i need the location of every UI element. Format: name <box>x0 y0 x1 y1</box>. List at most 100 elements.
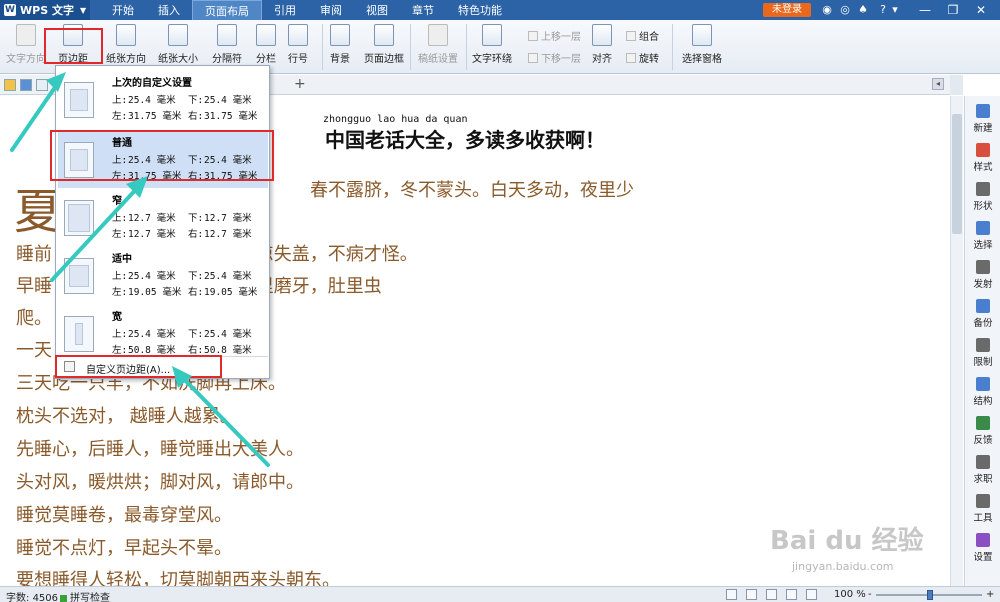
send-backward-button[interactable]: 下移一层 <box>528 50 581 65</box>
page-preview-icon <box>64 258 94 294</box>
page-view-icon[interactable] <box>746 589 757 600</box>
sidebar-item[interactable]: 反馈 <box>965 416 1000 446</box>
zoom-level[interactable]: 100 % <box>834 589 866 600</box>
sidebar-item[interactable]: 设置 <box>965 533 1000 563</box>
margin-preset[interactable]: 上次的自定义设置 上: 25.4 毫米 下: 25.4 毫米 左: 31.75 毫米 右: 31… <box>58 70 268 128</box>
orientation-button[interactable]: 纸张方向 <box>106 20 146 65</box>
manuscript-button[interactable]: 稿纸设置 <box>418 20 458 65</box>
save-icon[interactable] <box>20 79 32 91</box>
spellcheck-status-icon <box>60 594 67 602</box>
page-border-icon <box>374 24 394 46</box>
rotate-button[interactable]: 旋转 <box>626 50 659 65</box>
app-menu-button[interactable]: W WPS 文字 ▼ <box>0 0 90 20</box>
document-title: 中国老话大全，多读多收获啊！ <box>325 128 605 152</box>
web-view-icon[interactable] <box>786 589 797 600</box>
document-line: 枕头不选对， 越睡人越累。 <box>16 406 238 427</box>
zoom-slider-handle[interactable] <box>927 590 933 600</box>
preset-bottom: 25.4 毫米 <box>204 271 252 282</box>
margins-button-highlight <box>44 28 103 64</box>
chevron-down-icon[interactable]: ▾ <box>888 3 902 17</box>
login-badge[interactable]: 未登录 <box>763 3 811 17</box>
margins-dropdown: 上次的自定义设置 上: 25.4 毫米 下: 25.4 毫米 左: 31.75 毫米 右: 31… <box>55 65 270 379</box>
paper-size-button[interactable]: 纸张大小 <box>158 20 198 65</box>
sidebar-item[interactable]: 结构 <box>965 377 1000 407</box>
skin-icon[interactable]: ◉ <box>820 3 834 17</box>
new-tab-button[interactable]: + <box>294 76 306 92</box>
close-icon[interactable]: ✕ <box>968 0 994 20</box>
send-icon <box>976 260 990 274</box>
background-icon <box>330 24 350 46</box>
margin-preset[interactable]: 窄上: 12.7 毫米 下: 12.7 毫米 左: 12.7 毫米 右: 12.7 毫米 <box>58 188 268 246</box>
page-border-button[interactable]: 页面边框 <box>364 20 404 65</box>
page-preview-content <box>68 204 90 232</box>
spellcheck-toggle[interactable]: 拼写检查 <box>60 589 110 602</box>
ruler-toggle[interactable] <box>950 75 963 95</box>
pin-icon[interactable]: ◎ <box>838 3 852 17</box>
open-folder-icon[interactable] <box>4 79 16 91</box>
preset-bottom-label: 下: <box>188 329 204 340</box>
tab-list-icon[interactable]: ◂ <box>932 78 944 90</box>
full-screen-view-icon[interactable] <box>726 589 737 600</box>
group-icon <box>626 30 636 41</box>
preset-bottom: 25.4 毫米 <box>204 95 252 106</box>
status-bar: 字数: 4506 拼写检查 100 % - + <box>0 586 1000 602</box>
word-count[interactable]: 字数: 4506 <box>6 589 58 602</box>
group-button[interactable]: 组合 <box>626 28 659 43</box>
preset-name: 上次的自定义设置 <box>112 78 192 89</box>
page-preview-icon <box>64 316 94 352</box>
sidebar-item[interactable]: 工具 <box>965 494 1000 524</box>
background-button[interactable]: 背景 <box>330 20 350 65</box>
preset-top: 25.4 毫米 <box>128 329 176 340</box>
bring-forward-icon <box>528 30 538 41</box>
preset-bottom-label: 下: <box>188 95 204 106</box>
margin-preset[interactable]: 适中 上: 25.4 毫米 下: 25.4 毫米 左: 19.05 毫米 右: 19.05 毫米 <box>58 246 268 304</box>
sidebar-item-label: 发射 <box>973 279 993 290</box>
page-preview-content <box>69 265 89 287</box>
zoom-out-button[interactable]: - <box>868 589 872 600</box>
preset-right-label: 右: <box>188 111 204 122</box>
preset-right-label: 右: <box>188 229 204 240</box>
reading-view-icon[interactable] <box>806 589 817 600</box>
margin-preset[interactable]: 宽上: 25.4 毫米 下: 25.4 毫米 左: 50.8 毫米 右: 50.8 毫米 <box>58 304 268 362</box>
selection-pane-button[interactable]: 选择窗格 <box>682 20 722 65</box>
align-button[interactable]: 对齐 <box>592 20 612 65</box>
outline-view-icon[interactable] <box>766 589 777 600</box>
menu-tab[interactable]: 页面布局 <box>192 0 262 20</box>
text-direction-button[interactable]: 文字方向 <box>6 20 46 65</box>
sidebar-item[interactable]: 求职 <box>965 455 1000 485</box>
sidebar-item[interactable]: 限制 <box>965 338 1000 368</box>
sidebar-item[interactable]: 选择 <box>965 221 1000 251</box>
document-line: 睡觉不点灯，早起头不晕。 <box>16 538 232 559</box>
sidebar-item[interactable]: 备份 <box>965 299 1000 329</box>
preset-left-label: 左: <box>112 345 128 356</box>
normal-preset-highlight <box>50 130 274 181</box>
preset-top: 25.4 毫米 <box>128 271 176 282</box>
menu-tab[interactable]: 引用 <box>262 0 308 20</box>
menu-tab[interactable]: 章节 <box>400 0 446 20</box>
scroll-thumb[interactable] <box>952 114 962 234</box>
page-preview-icon <box>64 200 94 236</box>
menu-tab[interactable]: 特色功能 <box>446 0 514 20</box>
sidebar-item[interactable]: 形状 <box>965 182 1000 212</box>
minimize-icon[interactable]: — <box>912 0 938 20</box>
sidebar-item[interactable]: 发射 <box>965 260 1000 290</box>
sidebar-item[interactable]: 新建 <box>965 104 1000 134</box>
restore-icon[interactable]: ❐ <box>940 0 966 20</box>
line-numbers-button[interactable]: 行号 <box>288 20 308 65</box>
menu-tab[interactable]: 审阅 <box>308 0 354 20</box>
chevron-down-icon: ▼ <box>79 5 87 15</box>
vertical-scrollbar[interactable] <box>950 96 963 586</box>
zoom-in-button[interactable]: + <box>986 589 994 600</box>
columns-icon <box>256 24 276 46</box>
sidebar-item[interactable]: 样式 <box>965 143 1000 173</box>
text-wrap-button[interactable]: 文字环绕 <box>472 20 512 65</box>
print-icon[interactable] <box>36 79 48 91</box>
separator-button[interactable]: 分隔符 <box>212 20 242 65</box>
columns-button[interactable]: 分栏 <box>256 20 276 65</box>
menu-tab[interactable]: 插入 <box>146 0 192 20</box>
bring-forward-button[interactable]: 上移一层 <box>528 28 581 43</box>
backup-icon <box>976 299 990 313</box>
menu-tab[interactable]: 开始 <box>100 0 146 20</box>
shirt-icon[interactable]: ♠ <box>856 3 870 17</box>
menu-tab[interactable]: 视图 <box>354 0 400 20</box>
